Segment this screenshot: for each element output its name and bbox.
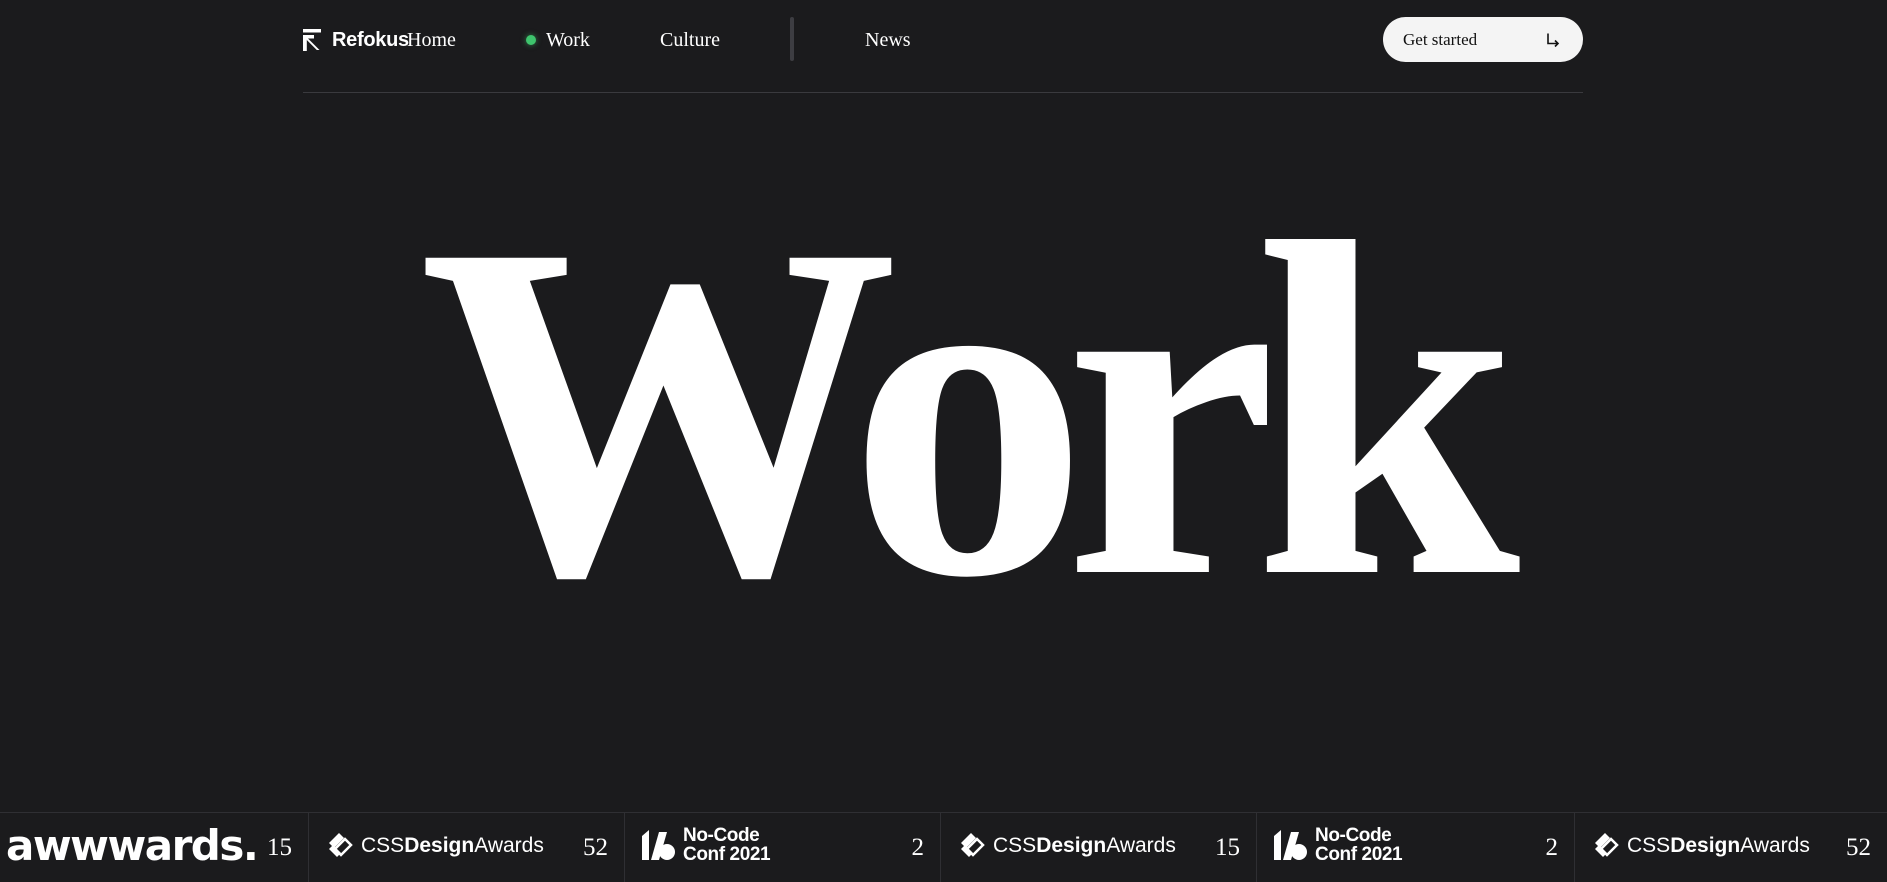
no-code-conf-icon (1274, 830, 1307, 860)
award-count: 52 (1846, 834, 1871, 861)
arrow-down-right-icon (1547, 33, 1560, 47)
nav-divider (790, 17, 794, 61)
award-item-awwwards: awwwards. 15 (0, 813, 309, 882)
nav-link-culture[interactable]: Culture (660, 28, 720, 52)
award-count: 52 (583, 834, 608, 861)
nav-link-work[interactable]: Work (546, 28, 590, 52)
awwwards-logo: awwwards. (6, 821, 259, 870)
nav-divider-line (303, 92, 1583, 93)
css-design-awards-icon (961, 833, 985, 857)
css-design-awards-logo: CSS Design Awards (957, 831, 1176, 861)
award-count: 15 (1215, 834, 1240, 861)
nav-link-news[interactable]: News (865, 28, 911, 52)
active-indicator-dot (526, 35, 536, 45)
brand-name: Refokus (332, 28, 409, 51)
award-count: 2 (1545, 834, 1559, 861)
award-item-css-design-awards: CSS Design Awards 15 (941, 813, 1257, 882)
page-title: Work (418, 144, 1521, 676)
css-design-awards-icon (329, 833, 353, 857)
no-code-conf-logo: No-Code Conf 2021 (641, 826, 771, 864)
no-code-conf-icon (642, 830, 675, 860)
get-started-button[interactable]: Get started (1383, 17, 1583, 62)
css-design-awards-logo: CSS Design Awards (1591, 831, 1810, 861)
awards-strip: awwwards. 15 CSS Design Awards 52 No-Code … (0, 812, 1887, 882)
css-design-awards-logo: CSS Design Awards (325, 831, 544, 861)
css-design-awards-icon (1595, 833, 1619, 857)
award-item-no-code-conf: No-Code Conf 2021 2 (625, 813, 941, 882)
brand-logo-link[interactable]: Refokus (303, 27, 409, 53)
get-started-label: Get started (1403, 29, 1478, 49)
no-code-conf-logo: No-Code Conf 2021 (1273, 826, 1403, 864)
refokus-arrow-icon (303, 29, 321, 51)
award-count: 2 (911, 834, 925, 861)
award-item-css-design-awards: CSS Design Awards 52 (309, 813, 625, 882)
award-item-no-code-conf: No-Code Conf 2021 2 (1257, 813, 1575, 882)
top-navbar: Refokus Home Work Culture News Get start… (303, 16, 1583, 62)
nav-link-home[interactable]: Home (407, 28, 456, 52)
award-count: 15 (267, 834, 292, 861)
award-item-css-design-awards: CSS Design Awards 52 (1575, 813, 1887, 882)
